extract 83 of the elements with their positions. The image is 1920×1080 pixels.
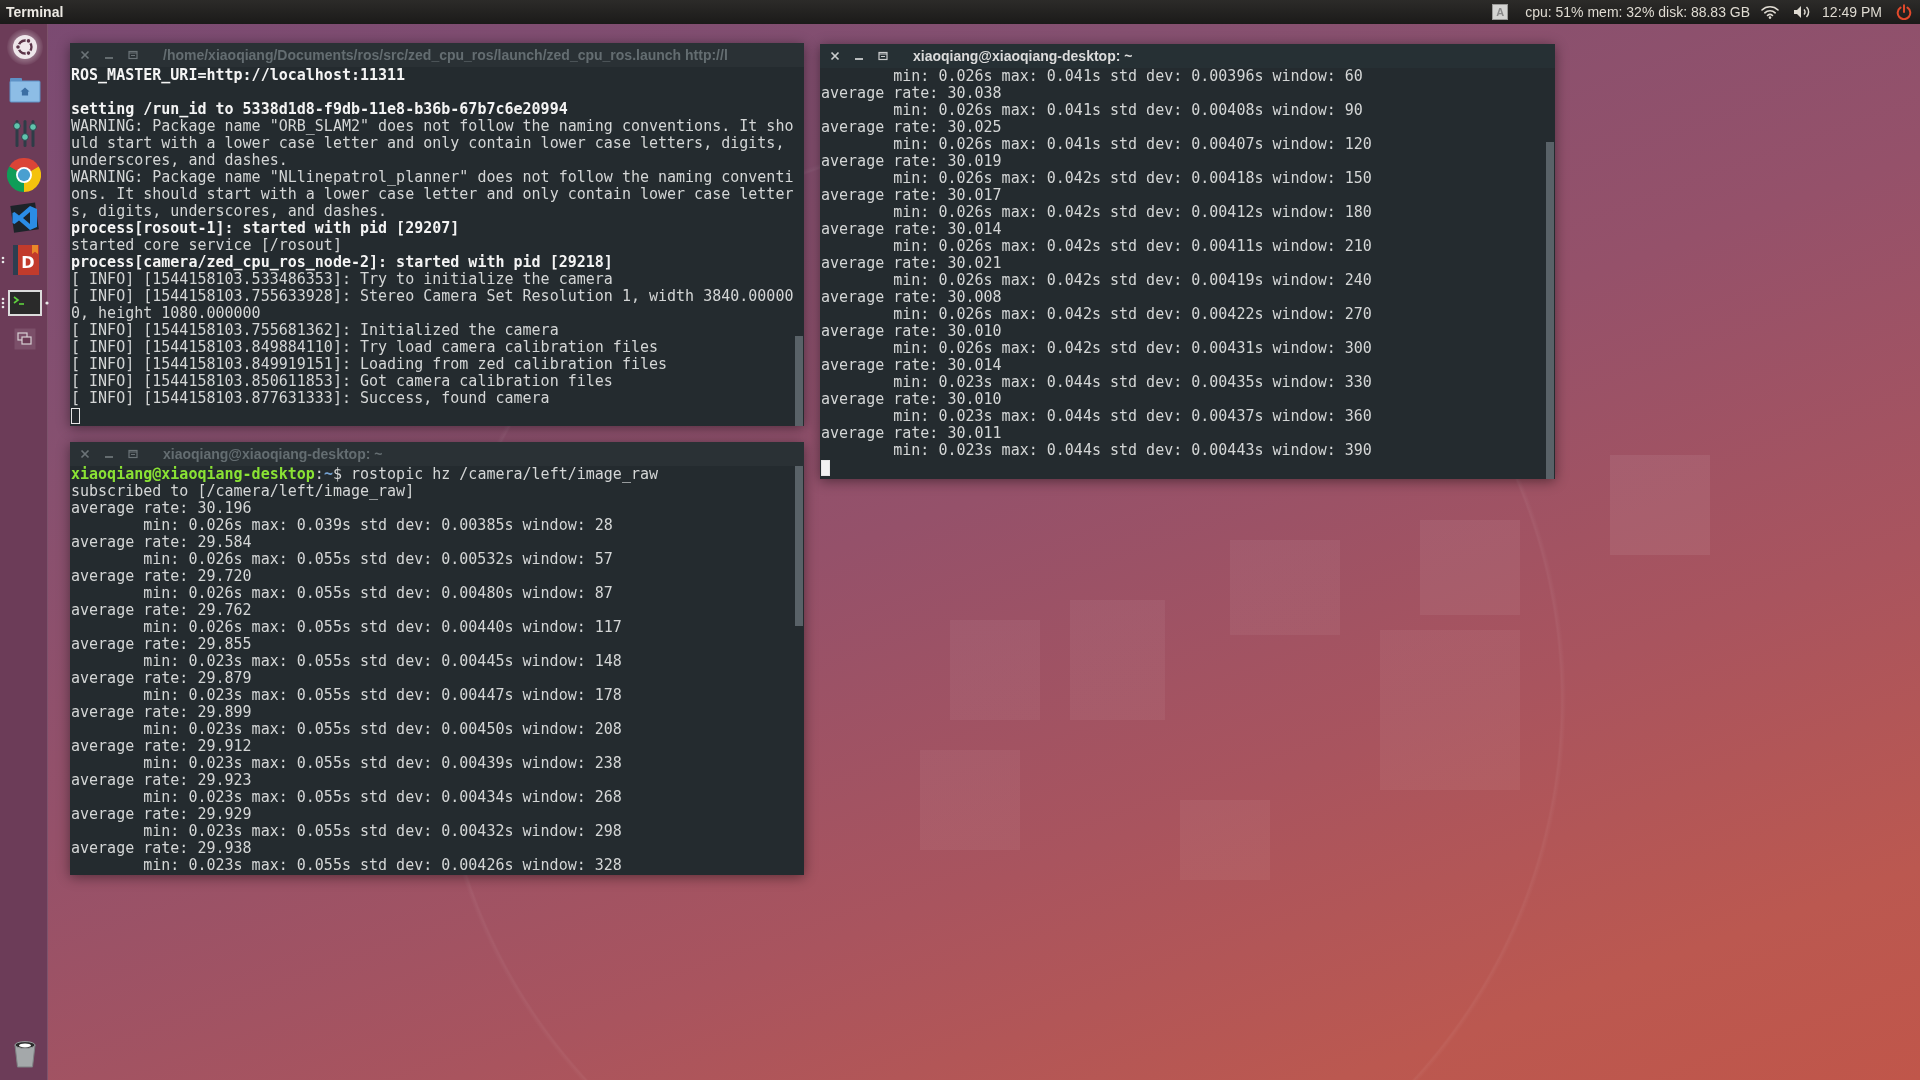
terminal-line: min: 0.026s max: 0.042s std dev: 0.00411s window: 210 [893, 238, 1372, 255]
terminal-line: average rate: 29.923 [71, 772, 252, 789]
terminal-line: process[camera/zed_cpu_ros_node-2]: started with pid [29218] [71, 254, 613, 271]
app-menu-title[interactable]: Terminal [6, 4, 64, 20]
terminal-line: average rate: 29.762 [71, 602, 252, 619]
terminal-line: min: 0.026s max: 0.042s std dev: 0.00418s window: 150 [893, 170, 1372, 187]
system-monitor-indicator[interactable]: cpu: 51% mem: 32% disk: 88.83 GB [1525, 4, 1751, 20]
terminal-line: average rate: 30.008 [821, 289, 1002, 306]
terminal-line: started core service [/rosout] [71, 237, 342, 254]
terminal-line: min: 0.023s max: 0.055s std dev: 0.00447s window: 178 [143, 687, 622, 704]
terminal-line: [ INFO] [1544158103.755633928]: Stereo Camera Set Resolution 1, width 3840.00000 [71, 288, 794, 305]
window-title: xiaoqiang@xiaoqiang-desktop: ~ [913, 48, 1133, 64]
terminal-line: min: 0.023s max: 0.055s std dev: 0.00434s window: 268 [143, 789, 622, 806]
terminal-line: min: 0.026s max: 0.041s std dev: 0.00408s window: 90 [893, 102, 1363, 119]
terminal-line: average rate: 30.010 [821, 391, 1002, 408]
terminal-line: min: 0.026s max: 0.042s std dev: 0.00422s window: 270 [893, 306, 1372, 323]
terminal-line: average rate: 30.021 [821, 255, 1002, 272]
terminal-line: s, digits, underscores, and dashes. [71, 203, 388, 220]
terminal-line: min: 0.023s max: 0.055s std dev: 0.00439s window: 238 [143, 755, 622, 772]
terminal-line: min: 0.023s max: 0.055s std dev: 0.00445s window: 148 [143, 653, 622, 670]
window-title: xiaoqiang@xiaoqiang-desktop: ~ [163, 446, 383, 462]
terminal-line: min: 0.023s max: 0.044s std dev: 0.00437s window: 360 [893, 408, 1372, 425]
terminal-line: average rate: 30.011 [821, 425, 1002, 442]
terminal-line: average rate: 30.038 [821, 85, 1002, 102]
workspace-switcher-icon[interactable] [14, 328, 36, 350]
terminal-line: min: 0.026s max: 0.042s std dev: 0.00431s window: 300 [893, 340, 1372, 357]
terminal-line: WARNING: Package name "ORB_SLAM2" does not follow the naming conventions. It sho [71, 118, 794, 135]
terminal-line: average rate: 29.855 [71, 636, 252, 653]
terminal-line: min: 0.023s max: 0.055s std dev: 0.00432s window: 298 [143, 823, 622, 840]
scrollbar-thumb[interactable] [795, 466, 803, 626]
terminal-line: average rate: 29.584 [71, 534, 252, 551]
terminal-line: ons. It should start with a lower case letter and only contain lower case letter [71, 186, 794, 203]
circle-logo-icon[interactable] [7, 29, 43, 65]
terminal-line: average rate: 29.929 [71, 806, 252, 823]
terminal-line: [ INFO] [1544158103.877631333]: Success, found camera [71, 390, 550, 407]
terminal-line: average rate: 30.196 [71, 500, 252, 517]
terminal-line: min: 0.023s max: 0.044s std dev: 0.00443s window: 390 [893, 442, 1372, 459]
terminal-line: min: 0.026s max: 0.055s std dev: 0.00440s window: 117 [143, 619, 622, 636]
terminal-line: [ INFO] [1544158103.850611853]: Got camera calibration files [71, 373, 613, 390]
scrollbar-thumb[interactable] [1546, 141, 1554, 479]
terminal-line: [ INFO] [1544158103.849919151]: Loading from zed calibration files [71, 356, 668, 373]
terminal-line: [ INFO] [1544158103.533486353]: Try to initialize the camera [71, 271, 613, 288]
terminal-line: ROS_MASTER_URI=http://localhost:11311 [71, 67, 406, 84]
power-icon[interactable] [1896, 4, 1912, 20]
wifi-icon[interactable] [1761, 5, 1780, 19]
terminal-line: process[rosout-1]: started with pid [29207] [71, 220, 460, 237]
terminal-line: underscores, and dashes. [71, 152, 288, 169]
terminal-line: average rate: 30.014 [821, 221, 1002, 238]
terminal-line: min: 0.026s max: 0.055s std dev: 0.00532s window: 57 [143, 551, 613, 568]
terminal-line: average rate: 29.938 [71, 840, 252, 857]
terminal-line: subscribed to [/camera/left/image_raw] [71, 483, 415, 500]
terminal-line: average rate: 30.010 [821, 323, 1002, 340]
terminal-line: min: 0.023s max: 0.055s std dev: 0.00426s window: 328 [143, 857, 622, 874]
browser-icon[interactable] [7, 158, 41, 192]
window-title: /home/xiaoqiang/Documents/ros/src/zed_cpu_ros/launch/zed_cpu_ros.launch http://l [163, 47, 728, 63]
terminal-line: [ INFO] [1544158103.849884110]: Try load camera calibration files [71, 339, 658, 356]
close-icon[interactable] [830, 51, 840, 61]
maximize-icon[interactable] [878, 51, 888, 61]
terminal-line: uld start with a lower case letter and only contain lower case letters, digits, [71, 135, 785, 152]
terminal-line: average rate: 30.017 [821, 187, 1002, 204]
terminal-line: min: 0.026s max: 0.041s std dev: 0.00407s window: 120 [893, 136, 1372, 153]
terminal-line: min: 0.023s max: 0.055s std dev: 0.00450s window: 208 [143, 721, 622, 738]
terminal-line: xiaoqiang@xiaoqiang-desktop:~$ rostopic hz /camera/left/image_raw [71, 466, 658, 483]
terminal-line: average rate: 29.879 [71, 670, 252, 687]
terminal-line: average rate: 30.019 [821, 153, 1002, 170]
clock[interactable]: 12:49 PM [1822, 4, 1882, 20]
terminal-line: min: 0.023s max: 0.044s std dev: 0.00435s window: 330 [893, 374, 1372, 391]
terminal-line: 0, height 1080.000000 [71, 305, 261, 322]
terminal-line: average rate: 30.014 [821, 357, 1002, 374]
terminal-line: setting /run_id to 5338d1d8-f9db-11e8-b36b-67b7c6e20994 [71, 101, 568, 118]
terminal-line: min: 0.026s max: 0.041s std dev: 0.00396s window: 60 [893, 68, 1363, 85]
terminal-line: [ INFO] [1544158103.755681362]: Initialized the camera [71, 322, 559, 339]
terminal-line: WARNING: Package name "NLlinepatrol_planner" does not follow the naming conventi [71, 169, 794, 186]
terminal-line: min: 0.026s max: 0.055s std dev: 0.00480s window: 87 [143, 585, 613, 602]
terminal-line: min: 0.026s max: 0.042s std dev: 0.00412s window: 180 [893, 204, 1372, 221]
terminal-line: average rate: 29.720 [71, 568, 252, 585]
terminal-line: average rate: 29.899 [71, 704, 252, 721]
terminal-line: average rate: 29.912 [71, 738, 252, 755]
terminal-line: average rate: 30.025 [821, 119, 1002, 136]
terminal-line: min: 0.026s max: 0.042s std dev: 0.00419s window: 240 [893, 272, 1372, 289]
volume-icon[interactable] [1793, 5, 1812, 19]
terminal-line: min: 0.026s max: 0.039s std dev: 0.00385s window: 28 [143, 517, 613, 534]
scrollbar-thumb[interactable] [795, 336, 803, 426]
